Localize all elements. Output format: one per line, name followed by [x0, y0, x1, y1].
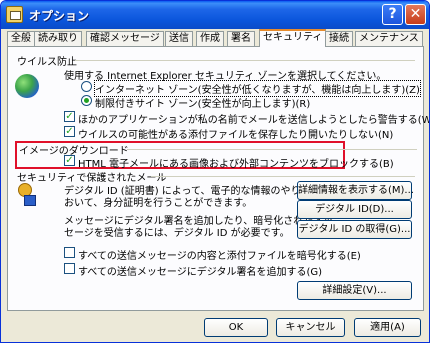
globe-icon — [15, 74, 39, 98]
secure-divider — [151, 176, 415, 177]
more-info-button[interactable]: 詳細情報を表示する(M)... — [297, 181, 414, 200]
no-attach-checkbox[interactable]: ✓ — [64, 126, 75, 137]
images-divider — [127, 149, 417, 150]
help-button[interactable]: ? — [382, 4, 403, 25]
tab-strip: 全般 読み取り 確認メッセージ 送信 作成 署名 セキュリティ 接続 メンテナン… — [7, 29, 427, 47]
no-attach-label[interactable]: ウイルスの可能性がある添付ファイルを保存したり開いたりしない(N) — [78, 126, 393, 141]
tab-general[interactable]: 全般 — [7, 31, 35, 46]
id-description-line2: おいて、身分証明を行うことができます。 — [64, 198, 253, 209]
certificate-lock-icon — [16, 183, 38, 209]
get-digital-id-button[interactable]: デジタル ID の取得(G)... — [297, 220, 412, 239]
zone-internet-label[interactable]: インターネット ゾーン(安全性が低くなりますが、機能は向上します)(Z) — [94, 80, 421, 97]
apply-button[interactable]: 適用(A) — [354, 318, 421, 337]
ok-button[interactable]: OK — [204, 318, 268, 337]
encrypt-all-checkbox[interactable] — [64, 247, 75, 258]
tab-connection[interactable]: 接続 — [325, 31, 353, 46]
virus-divider — [75, 60, 415, 61]
tab-receipts[interactable]: 確認メッセージ — [86, 31, 164, 46]
zone-restricted-radio[interactable] — [81, 95, 92, 106]
zone-restricted-label[interactable]: 制限付きサイト ゾーン(安全性が向上します)(R) — [95, 95, 310, 110]
sign-all-label[interactable]: すべての送信メッセージにデジタル署名を追加する(G) — [78, 263, 322, 278]
options-dialog: オプション ? ✕ 全般 読み取り 確認メッセージ 送信 作成 署名 セキュリテ… — [0, 0, 430, 343]
title-bar[interactable]: オプション ? ✕ — [1, 1, 429, 29]
digital-id-button[interactable]: デジタル ID(D)... — [297, 200, 412, 219]
zone-description: 使用する Internet Explorer セキュリティ ゾーンを選択してくだ… — [64, 71, 387, 82]
sign-description-line2: セージを受信するには、デジタル ID が必要です。 — [64, 228, 290, 239]
tab-security[interactable]: セキュリティ — [259, 29, 327, 47]
sign-all-checkbox[interactable] — [64, 263, 75, 274]
window-title: オプション — [29, 9, 90, 23]
encrypt-all-label[interactable]: すべての送信メッセージの内容と添付ファイルを暗号化する(E) — [78, 247, 361, 262]
mail-options-icon — [6, 6, 23, 23]
block-images-checkbox[interactable]: ✓ — [64, 155, 75, 166]
warn-send-checkbox[interactable]: ✓ — [64, 111, 75, 122]
tab-compose[interactable]: 作成 — [196, 31, 224, 46]
cancel-button[interactable]: キャンセル — [276, 318, 345, 337]
tab-send[interactable]: 送信 — [165, 31, 193, 46]
tab-maintenance[interactable]: メンテナンス — [355, 31, 423, 46]
virus-heading: ウイルス防止 — [17, 57, 77, 68]
block-images-label[interactable]: HTML 電子メールにある画像および外部コンテンツをブロックする(B) — [78, 155, 394, 170]
close-button[interactable]: ✕ — [405, 4, 426, 25]
tab-read[interactable]: 読み取り — [34, 31, 82, 46]
advanced-button[interactable]: 詳細設定(V)... — [297, 281, 412, 300]
tab-signatures[interactable]: 署名 — [227, 31, 255, 46]
zone-internet-radio[interactable] — [81, 81, 92, 92]
warn-send-label[interactable]: ほかのアプリケーションが私の名前でメールを送信しようとしたら警告する(W) — [78, 111, 429, 126]
